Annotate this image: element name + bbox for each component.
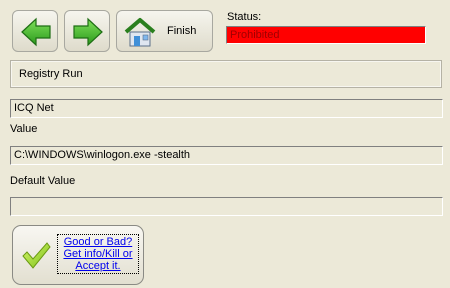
finish-label: Finish xyxy=(167,25,197,37)
info-link[interactable]: Good or Bad? Get info/Kill or Accept it. xyxy=(57,234,139,274)
status-label: Status: xyxy=(227,11,262,23)
section-title: Registry Run xyxy=(19,68,83,80)
house-icon xyxy=(124,18,156,47)
checkmark-icon xyxy=(22,242,51,269)
verdict-panel: Good or Bad? Get info/Kill or Accept it. xyxy=(12,225,144,285)
arrow-left-icon xyxy=(21,17,51,47)
value-label: Value xyxy=(10,123,38,135)
entry-name-field[interactable]: ICQ Net xyxy=(10,99,443,118)
arrow-right-icon xyxy=(73,17,103,47)
back-button[interactable] xyxy=(12,10,58,52)
status-value: Prohibited xyxy=(226,26,426,44)
default-value-label: Default Value xyxy=(10,175,76,187)
section-header: Registry Run xyxy=(10,60,442,88)
value-field[interactable]: C:\WINDOWS\winlogon.exe -stealth xyxy=(10,146,443,165)
forward-button[interactable] xyxy=(64,10,110,52)
status-text: Prohibited xyxy=(230,29,280,41)
finish-button[interactable]: Finish xyxy=(116,10,213,52)
default-value-field[interactable] xyxy=(10,197,443,216)
